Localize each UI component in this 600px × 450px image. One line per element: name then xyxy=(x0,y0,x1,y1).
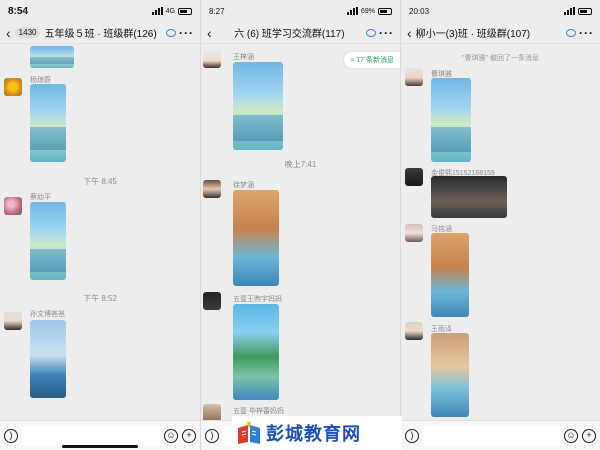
voice-icon[interactable]: ) xyxy=(4,428,18,443)
plus-icon[interactable]: + xyxy=(582,428,596,443)
chat-panel-grade5-class5: 8:54 4G ‹ 1430 五年级５班 · 班级群(126) ··· 杨琼蔚 … xyxy=(0,0,200,450)
status-bar: 20:03 xyxy=(401,0,600,22)
avatar[interactable] xyxy=(4,197,22,215)
voice-icon[interactable]: ) xyxy=(205,428,219,443)
sender-name: 孙文博爸爸 xyxy=(30,311,65,318)
status-bar: 8:54 4G xyxy=(0,0,200,22)
battery-icon xyxy=(378,7,392,15)
chat-title: 六 (6) 班学习交流群(117) xyxy=(234,29,345,40)
message-input[interactable] xyxy=(423,425,560,446)
status-bar: 8:27 69% xyxy=(201,0,400,22)
avatar[interactable] xyxy=(4,312,22,330)
book-logo-icon xyxy=(236,420,262,446)
message-timestamp: 下午 8:52 xyxy=(83,294,117,303)
home-indicator xyxy=(62,445,138,448)
more-options-button[interactable]: ··· xyxy=(179,26,194,40)
double-up-arrow-icon: ≈ xyxy=(350,57,355,64)
image-message[interactable] xyxy=(431,233,469,317)
status-time: 8:27 xyxy=(209,6,225,16)
image-message[interactable] xyxy=(233,190,279,286)
group-chat-icon xyxy=(166,28,176,37)
image-message[interactable] xyxy=(431,333,469,417)
image-message[interactable] xyxy=(30,84,66,162)
signal-icon xyxy=(151,7,163,15)
signal-icon xyxy=(564,7,575,15)
image-message[interactable] xyxy=(30,202,66,280)
chat-panel-grade6-class6: 8:27 69% ‹ 六 (6) 班学习交流群(117) ··· 王梓涵 ≈ 1… xyxy=(200,0,400,450)
emoji-icon[interactable]: ☺ xyxy=(164,428,178,443)
message-timestamp: 晚上7:41 xyxy=(284,160,317,169)
sender-name: 徐梦涵 xyxy=(233,182,254,189)
more-options-button[interactable]: ··· xyxy=(579,26,594,40)
avatar[interactable] xyxy=(405,322,423,340)
system-message: "曹琪雅" 撤回了一条消息 xyxy=(462,55,539,62)
voice-icon[interactable]: ) xyxy=(405,428,419,443)
signal-icon xyxy=(346,7,358,15)
chat-header: ‹ 柳小一(3)班 · 班级群(107) ··· xyxy=(401,22,600,44)
chat-panel-grade1-class3: 20:03 ‹ 柳小一(3)班 · 班级群(107) ··· "曹琪雅" 撤回了… xyxy=(400,0,600,450)
plus-icon[interactable]: + xyxy=(182,428,196,443)
sender-name: 蔡幼平 xyxy=(30,194,51,201)
chat-header: ‹ 六 (6) 班学习交流群(117) ··· xyxy=(201,22,400,44)
sender-name: 王梓涵 xyxy=(233,54,254,61)
avatar[interactable] xyxy=(405,168,423,186)
message-input[interactable] xyxy=(22,425,160,446)
image-message[interactable] xyxy=(30,320,66,398)
network-label: 4G xyxy=(165,7,175,15)
new-messages-notice[interactable]: ≈ 17 条新消息 xyxy=(344,52,400,68)
back-icon[interactable]: ‹ xyxy=(407,26,412,40)
image-message[interactable] xyxy=(431,176,507,218)
more-options-button[interactable]: ··· xyxy=(379,26,394,40)
message-timestamp: 下午 8:45 xyxy=(83,177,117,186)
back-icon[interactable]: ‹ xyxy=(6,26,11,40)
avatar[interactable] xyxy=(203,50,221,68)
avatar[interactable] xyxy=(203,292,221,310)
chat-header: ‹ 1430 五年级５班 · 班级群(126) ··· xyxy=(0,22,200,44)
battery-icon xyxy=(578,7,592,15)
image-message[interactable] xyxy=(233,62,283,150)
watermark-logo: 彭城教育网 xyxy=(232,416,402,450)
battery-label: 69% xyxy=(360,7,375,15)
group-chat-icon xyxy=(366,28,376,37)
unread-count-badge[interactable]: 1430 xyxy=(14,27,41,38)
group-chat-icon xyxy=(566,28,576,37)
emoji-icon[interactable]: ☺ xyxy=(564,428,578,443)
image-message[interactable] xyxy=(30,46,74,68)
avatar[interactable] xyxy=(405,68,423,86)
status-time: 20:03 xyxy=(409,6,430,16)
chat-title: 柳小一(3)班 · 班级群(107) xyxy=(415,29,531,40)
avatar[interactable] xyxy=(203,180,221,198)
avatar[interactable] xyxy=(405,224,423,242)
sender-name: 五壹王煦宇妈妈 xyxy=(233,296,282,303)
image-message[interactable] xyxy=(233,304,279,400)
image-message[interactable] xyxy=(431,78,471,162)
avatar[interactable] xyxy=(4,78,22,96)
sender-name: 五壹 毕梓蕾妈妈 xyxy=(233,408,284,415)
message-input-bar: ) ☺ + xyxy=(401,420,600,450)
chat-title: 五年级５班 · 班级群(126) xyxy=(44,29,157,40)
status-time: 8:54 xyxy=(8,5,29,17)
watermark-text: 彭城教育网 xyxy=(266,424,361,445)
back-icon[interactable]: ‹ xyxy=(207,26,212,40)
battery-icon xyxy=(178,7,192,15)
